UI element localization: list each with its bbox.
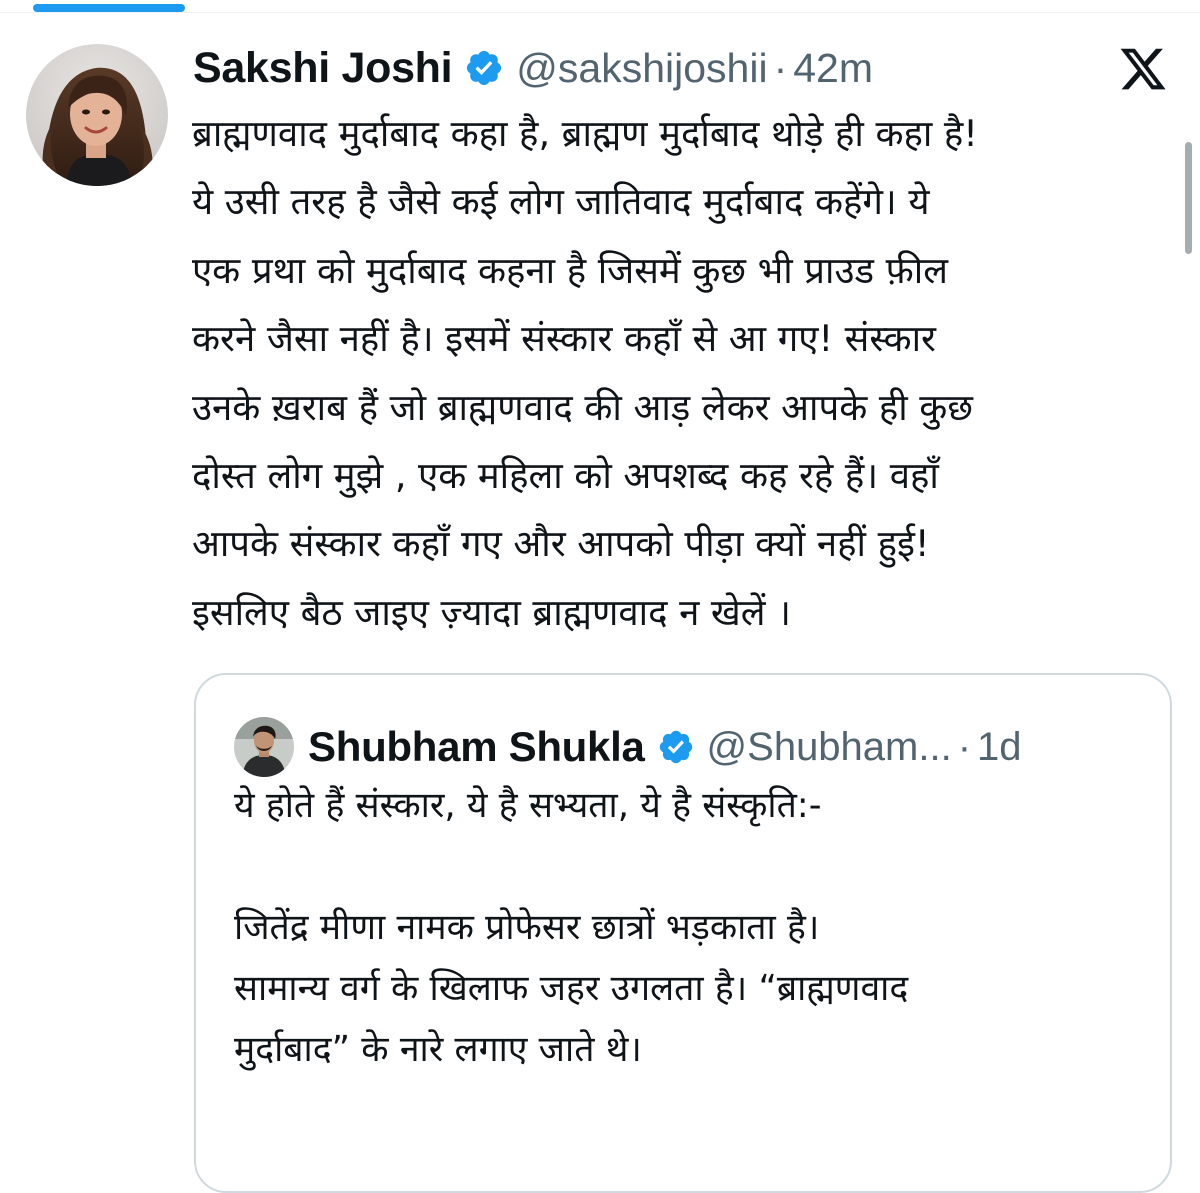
- tweet-header: Sakshi Joshi @sakshijoshii · 42m: [193, 38, 873, 98]
- verified-badge-icon: [659, 730, 692, 764]
- quoted-tweet-header: Shubham Shukla @Shubham... · 1d: [308, 717, 1022, 777]
- verified-badge-icon: [467, 50, 502, 86]
- quoted-author-handle[interactable]: @Shubham...: [707, 725, 952, 770]
- tweet-text-line: इसलिए बैठ जाइए ज़्यादा ब्राह्मणवाद न खेल…: [192, 590, 791, 634]
- quoted-text-line: मुर्दाबाद” के नारे लगाए जाते थे।: [234, 1029, 642, 1070]
- tweet-text-line: करने जैसा नहीं है। इसमें संस्कार कहाँ से…: [192, 317, 936, 361]
- tweet-timestamp[interactable]: 42m: [793, 45, 873, 92]
- quoted-text-line: [234, 836, 1154, 897]
- quoted-tweet-timestamp[interactable]: 1d: [977, 725, 1022, 770]
- quoted-author-display-name[interactable]: Shubham Shukla: [308, 723, 645, 771]
- quoted-text-line: सामान्य वर्ग के खिलाफ जहर उगलता है। “ब्र…: [234, 968, 909, 1009]
- quoted-tweet-text: ये होते हैं संस्कार, ये है सभ्यता, ये है…: [234, 775, 1154, 1080]
- tweet-text-line: ये उसी तरह है जैसे कई लोग जातिवाद मुर्दा…: [192, 180, 930, 224]
- separator-dot: ·: [957, 724, 972, 769]
- tweet-text-line: दोस्त लोग मुझे , एक महिला को अपशब्द कह र…: [192, 454, 939, 498]
- quoted-text-line: ये होते हैं संस्कार, ये है सभ्यता, ये है…: [234, 785, 822, 826]
- scrollbar-thumb[interactable]: [1185, 142, 1192, 254]
- tweet-text-line: ब्राह्मणवाद मुर्दाबाद कहा है, ब्राह्मण म…: [192, 112, 978, 155]
- top-divider: [0, 12, 1200, 13]
- author-display-name[interactable]: Sakshi Joshi: [193, 44, 453, 93]
- quoted-tweet-card[interactable]: Shubham Shukla @Shubham... · 1d ये होते …: [194, 673, 1172, 1193]
- tweet-text: ब्राह्मणवाद मुर्दाबाद कहा है, ब्राह्मण म…: [192, 100, 1177, 647]
- avatar-photo: [26, 44, 168, 186]
- tweet-text-line: उनके ख़राब हैं जो ब्राह्मणवाद की आड़ लेक…: [192, 385, 973, 429]
- tweet-text-line: एक प्रथा को मुर्दाबाद कहना है जिसमें कुछ…: [192, 248, 948, 292]
- quoted-text-line: जितेंद्र मीणा नामक प्रोफेसर छात्रों भड़क…: [234, 907, 820, 948]
- x-logo-icon[interactable]: [1116, 44, 1170, 94]
- active-tab-indicator: [33, 4, 185, 12]
- separator-dot: ·: [773, 44, 788, 91]
- tweet-text-line: आपके संस्कार कहाँ गए और आपको पीड़ा क्यों…: [192, 522, 930, 566]
- quoted-author-avatar[interactable]: [234, 717, 294, 777]
- avatar[interactable]: [26, 44, 168, 186]
- author-handle[interactable]: @sakshijoshii: [516, 45, 767, 92]
- quoted-avatar-photo: [234, 717, 294, 777]
